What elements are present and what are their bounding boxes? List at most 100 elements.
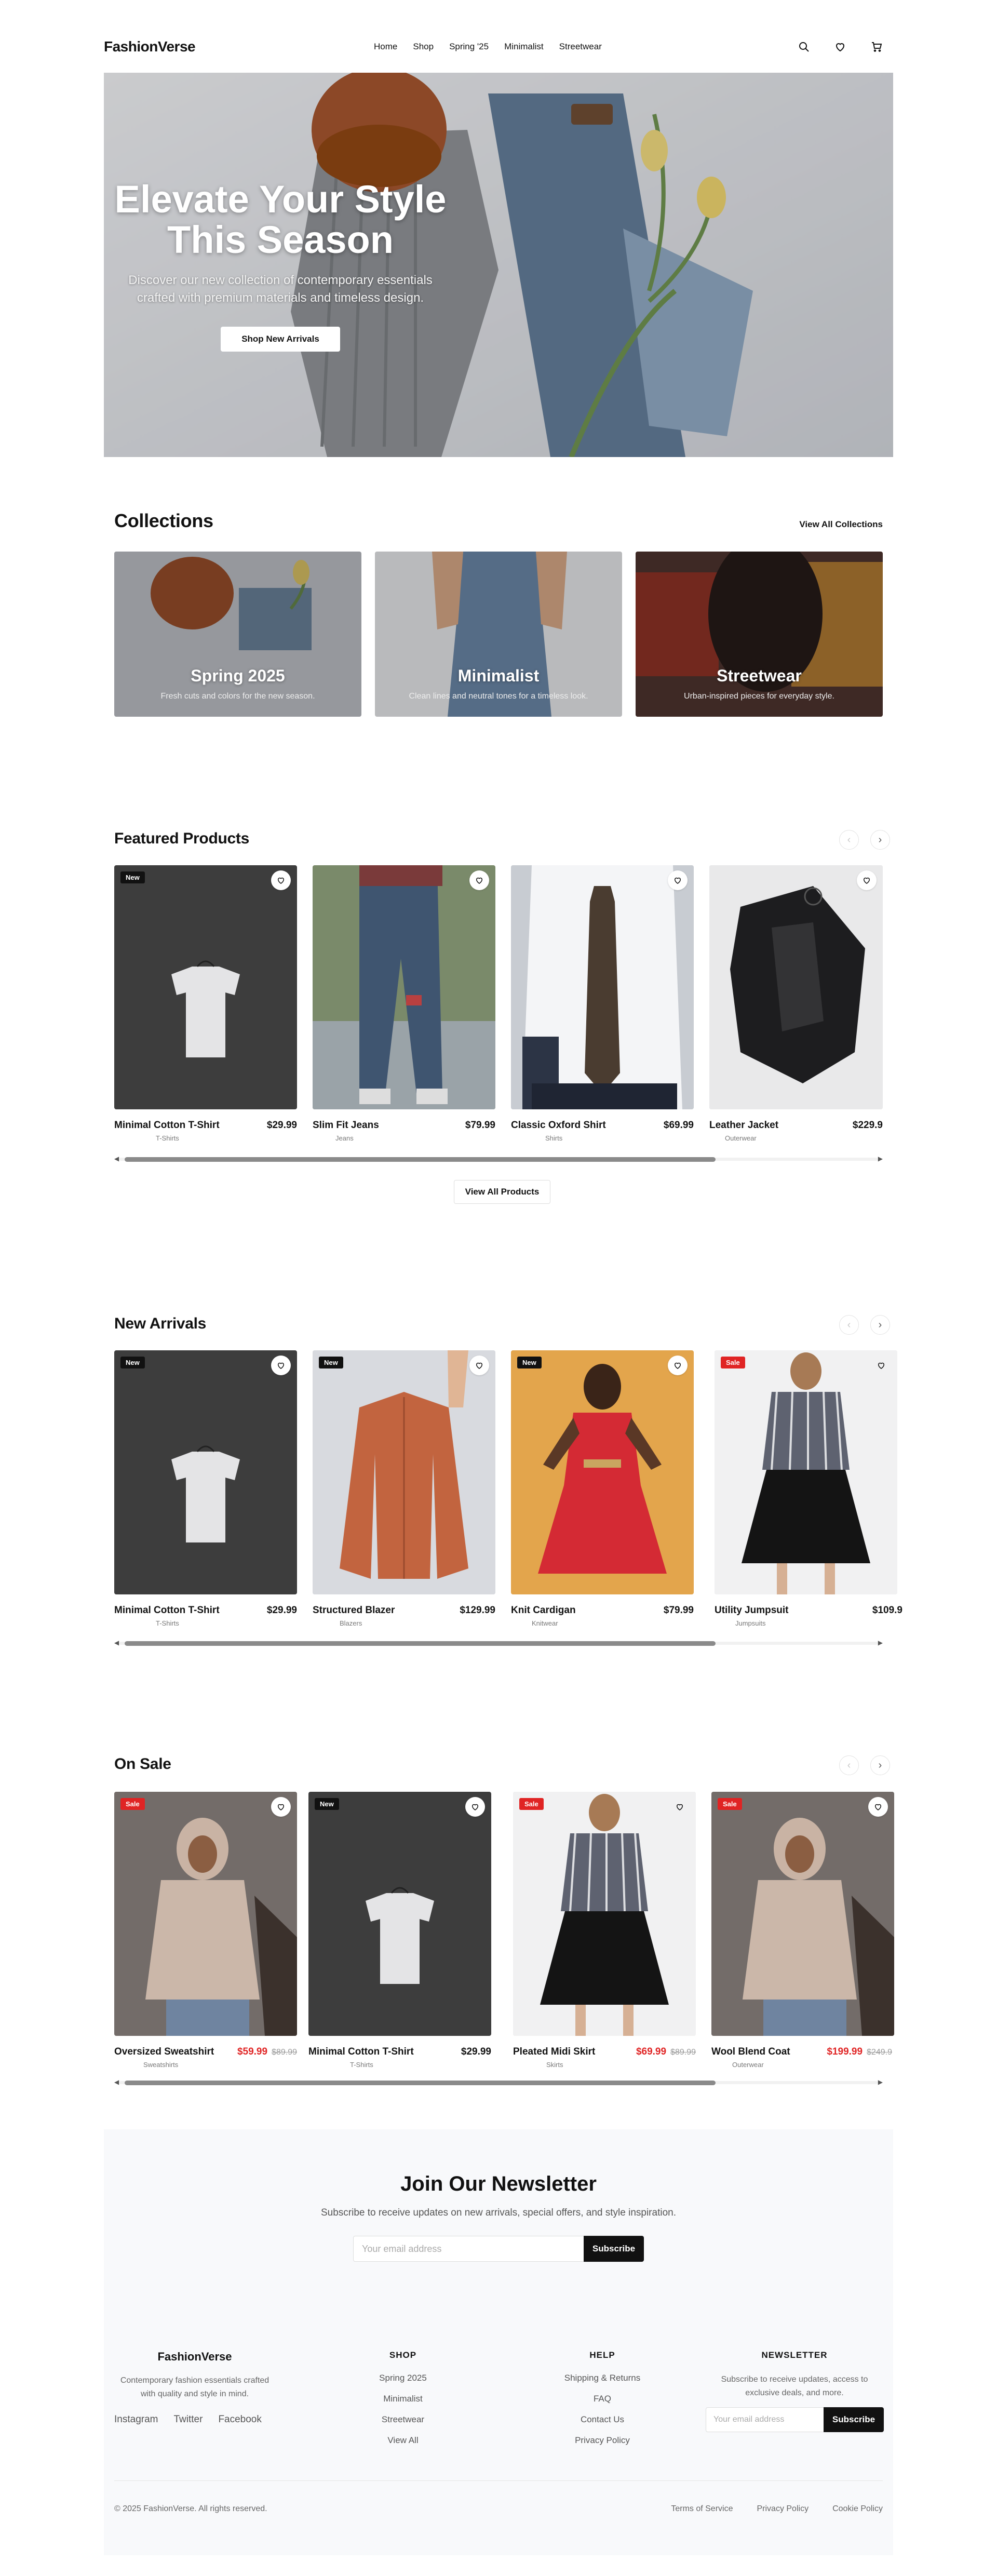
collection-name: Spring 2025 (191, 666, 285, 685)
collection-card-minimalist[interactable]: Minimalist Clean lines and neutral tones… (375, 552, 622, 717)
collection-name: Streetwear (717, 666, 802, 685)
nav-minimalist[interactable]: Minimalist (504, 42, 544, 52)
sale-price: $69.99 (636, 2046, 667, 2057)
wishlist-heart-icon[interactable] (670, 1797, 690, 1817)
on-sale-scrollbar[interactable]: ◀ ▶ (114, 2077, 883, 2087)
new-arrivals-scrollbar[interactable]: ◀ ▶ (114, 1638, 883, 1647)
view-all-products-button[interactable]: View All Products (454, 1180, 550, 1204)
prev-arrow-icon[interactable]: ‹ (839, 1755, 859, 1775)
scroll-right-icon[interactable]: ▶ (878, 2078, 883, 2086)
new-badge: New (517, 1357, 542, 1369)
facebook-link[interactable]: Facebook (218, 2414, 261, 2425)
product-card[interactable]: New Minimal Cotton T-Shirt T-Shirts $29.… (114, 1350, 297, 1627)
footer-newsletter-text-line1: Subscribe to receive updates, access to (721, 2375, 868, 2384)
page: FashionVerse Home Shop Spring '25 Minima… (0, 0, 997, 2576)
product-image: New (511, 1350, 694, 1594)
footer-link-minimalist[interactable]: Minimalist (351, 2389, 455, 2409)
scroll-left-icon[interactable]: ◀ (114, 1639, 119, 1646)
product-price: $59.99 $89.99 (237, 2046, 297, 2058)
footer-tagline-line1: Contemporary fashion essentials crafted (120, 2376, 270, 2385)
product-card[interactable]: New Minimal Cotton T-Shirt T-Shirts $29.… (308, 1792, 491, 2069)
footer-link-contact[interactable]: Contact Us (540, 2409, 665, 2430)
product-category: Outerwear (725, 1134, 757, 1142)
scroll-thumb[interactable] (125, 1641, 716, 1646)
instagram-link[interactable]: Instagram (114, 2414, 158, 2425)
wishlist-heart-icon[interactable] (857, 870, 877, 890)
product-card[interactable]: New Structured Blazer Blazers $129.99 (313, 1350, 495, 1627)
footer-divider (114, 2480, 883, 2481)
footer-link-view-all[interactable]: View All (351, 2430, 455, 2451)
wishlist-heart-icon[interactable] (469, 1356, 489, 1375)
nav-spring-25[interactable]: Spring '25 (449, 42, 489, 52)
next-arrow-icon[interactable]: › (870, 1315, 890, 1335)
prev-arrow-icon[interactable]: ‹ (839, 1315, 859, 1335)
product-card[interactable]: Leather Jacket Outerwear $229.9 (709, 865, 883, 1142)
footer-link-faq[interactable]: FAQ (540, 2389, 665, 2409)
wishlist-heart-icon[interactable] (668, 1356, 688, 1375)
wishlist-heart-icon[interactable] (469, 870, 489, 890)
newsletter-email-input[interactable]: Your email address (353, 2236, 585, 2262)
collection-desc: Fresh cuts and colors for the new season… (160, 692, 315, 701)
sale-badge: Sale (519, 1798, 544, 1810)
collection-desc: Urban-inspired pieces for everyday style… (684, 692, 834, 701)
product-card[interactable]: Sale Oversized Sweatshirt Sweatshirts $5… (114, 1792, 297, 2069)
scroll-thumb[interactable] (125, 2081, 716, 2085)
twitter-link[interactable]: Twitter (173, 2414, 203, 2425)
footer-tagline-line2: with quality and style in mind. (140, 2390, 249, 2398)
newsletter-subscribe-button[interactable]: Subscribe (584, 2236, 644, 2262)
nav-streetwear[interactable]: Streetwear (559, 42, 602, 52)
footer-brand[interactable]: FashionVerse (114, 2350, 275, 2364)
scroll-right-icon[interactable]: ▶ (878, 1639, 883, 1646)
wishlist-heart-icon[interactable] (868, 1797, 888, 1817)
prev-arrow-icon[interactable]: ‹ (839, 830, 859, 850)
nav-shop[interactable]: Shop (413, 42, 434, 52)
product-card[interactable]: Sale Pleated Midi Skirt Skirts $69.99 $89… (513, 1792, 696, 2069)
collection-card-streetwear[interactable]: Streetwear Urban-inspired pieces for eve… (636, 552, 883, 717)
new-badge: New (319, 1357, 343, 1369)
terms-link[interactable]: Terms of Service (671, 2504, 733, 2514)
search-icon[interactable] (798, 41, 810, 53)
wishlist-heart-icon[interactable] (271, 1797, 291, 1817)
wishlist-heart-icon[interactable] (465, 1797, 485, 1817)
product-card[interactable]: New Knit Cardigan Knitwear $79.99 (511, 1350, 694, 1627)
product-category: Blazers (340, 1619, 362, 1627)
product-name: Wool Blend Coat (711, 2046, 790, 2057)
footer-subscribe-button[interactable]: Subscribe (824, 2407, 884, 2432)
nav-home[interactable]: Home (374, 42, 397, 52)
footer-link-streetwear[interactable]: Streetwear (351, 2409, 455, 2430)
footer-shop-column: SHOP Spring 2025 Minimalist Streetwear V… (351, 2350, 455, 2451)
brand-logo[interactable]: FashionVerse (104, 38, 270, 55)
footer-link-shipping[interactable]: Shipping & Returns (540, 2368, 665, 2389)
product-card[interactable]: New Minimal Cotton T-Shirt T-Shirts $29.… (114, 865, 297, 1142)
next-arrow-icon[interactable]: › (870, 1755, 890, 1775)
shop-new-arrivals-button[interactable]: Shop New Arrivals (221, 327, 340, 352)
new-badge: New (120, 871, 145, 883)
collection-card-spring[interactable]: Spring 2025 Fresh cuts and colors for th… (114, 552, 361, 717)
scroll-left-icon[interactable]: ◀ (114, 1155, 119, 1162)
wishlist-heart-icon[interactable] (871, 1356, 891, 1375)
scroll-right-icon[interactable]: ▶ (878, 1155, 883, 1162)
product-card[interactable]: Sale Wool Blend Coat Outerwear $199.99 $2… (711, 1792, 894, 2069)
hero-title: Elevate Your Style This Season (104, 179, 457, 260)
view-all-collections-link[interactable]: View All Collections (799, 519, 883, 530)
wishlist-heart-icon[interactable] (271, 1356, 291, 1375)
wishlist-heart-icon[interactable] (668, 870, 688, 890)
product-card[interactable]: Slim Fit Jeans Jeans $79.99 (313, 865, 495, 1142)
heart-icon[interactable] (834, 41, 846, 53)
featured-scrollbar[interactable]: ◀ ▶ (114, 1154, 883, 1163)
footer-link-privacy[interactable]: Privacy Policy (540, 2430, 665, 2451)
scroll-left-icon[interactable]: ◀ (114, 2078, 119, 2086)
privacy-link[interactable]: Privacy Policy (757, 2504, 809, 2514)
footer-email-input[interactable]: Your email address (706, 2407, 825, 2432)
footer-newsletter-heading: NEWSLETTER (761, 2350, 828, 2360)
product-card[interactable]: Classic Oxford Shirt Shirts $69.99 (511, 865, 694, 1142)
scroll-thumb[interactable] (125, 1157, 716, 1162)
footer-link-spring-2025[interactable]: Spring 2025 (351, 2368, 455, 2389)
product-name: Minimal Cotton T-Shirt (114, 1120, 220, 1131)
product-name: Classic Oxford Shirt (511, 1120, 606, 1131)
cart-icon[interactable] (870, 41, 883, 53)
cookie-link[interactable]: Cookie Policy (832, 2504, 883, 2514)
next-arrow-icon[interactable]: › (870, 830, 890, 850)
product-card[interactable]: Sale Utility Jumpsuit Jumpsuits $109.9 (715, 1350, 902, 1627)
wishlist-heart-icon[interactable] (271, 870, 291, 890)
